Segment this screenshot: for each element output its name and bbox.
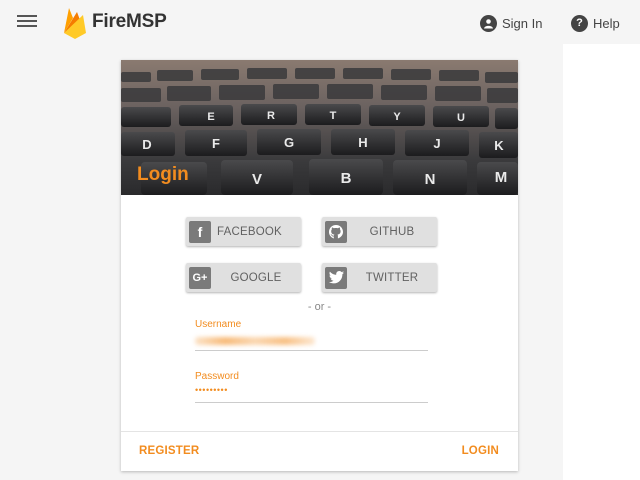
password-label: Password xyxy=(195,371,239,382)
twitter-label: TWITTER xyxy=(365,271,419,284)
sign-in-label: Sign In xyxy=(502,15,543,31)
brand-name: FireMSP xyxy=(92,11,167,32)
help-button[interactable]: ? Help xyxy=(571,13,620,33)
username-input[interactable] xyxy=(195,333,428,349)
facebook-login-button[interactable]: f FACEBOOK xyxy=(186,217,301,246)
card-actions-divider xyxy=(121,431,518,432)
svg-text:G: G xyxy=(284,135,294,150)
twitter-icon xyxy=(325,266,347,289)
keyboard-hero-image: E R T Y U D F G H J K V B N M Login xyxy=(121,60,518,195)
google-label: GOOGLE xyxy=(230,271,282,284)
github-login-button[interactable]: GITHUB xyxy=(322,217,437,246)
login-button[interactable]: LOGIN xyxy=(462,445,499,457)
hamburger-menu-icon[interactable] xyxy=(17,13,37,31)
right-side-panel xyxy=(563,44,640,480)
svg-text:V: V xyxy=(252,171,262,188)
help-label: Help xyxy=(593,15,620,31)
twitter-login-button[interactable]: TWITTER xyxy=(322,263,437,292)
google-login-button[interactable]: G+ GOOGLE xyxy=(186,263,301,292)
github-label: GITHUB xyxy=(369,225,415,238)
svg-text:R: R xyxy=(267,110,275,122)
svg-text:K: K xyxy=(494,138,504,153)
login-card: ER TY U DF GH JK VB NM Login f FACEBOOK … xyxy=(121,60,518,471)
register-button[interactable]: REGISTER xyxy=(139,445,199,457)
github-icon xyxy=(325,220,347,243)
svg-text:M: M xyxy=(495,169,508,186)
svg-text:J: J xyxy=(433,136,440,151)
svg-text:Y: Y xyxy=(393,111,401,123)
facebook-icon: f xyxy=(189,220,211,243)
facebook-label: FACEBOOK xyxy=(217,225,282,238)
svg-text:E: E xyxy=(207,111,214,123)
svg-text:B: B xyxy=(341,170,352,187)
svg-text:T: T xyxy=(330,110,337,122)
username-label: Username xyxy=(195,319,242,330)
password-underline xyxy=(195,402,428,403)
top-app-bar: FireMSP Sign In ? Help xyxy=(0,0,640,44)
account-circle-icon xyxy=(480,14,497,32)
help-circle-icon: ? xyxy=(571,14,588,32)
firebase-logo-icon xyxy=(64,8,86,39)
svg-text:F: F xyxy=(212,136,220,151)
login-title: Login xyxy=(137,164,189,185)
svg-text:H: H xyxy=(358,135,367,150)
svg-text:N: N xyxy=(425,171,436,188)
username-underline xyxy=(195,350,428,351)
or-separator: - or - xyxy=(307,301,332,313)
password-input[interactable]: ••••••••• xyxy=(195,385,228,395)
google-plus-icon: G+ xyxy=(189,266,211,289)
app-page: FireMSP Sign In ? Help E R T Y U D F G H… xyxy=(0,0,640,480)
svg-text:D: D xyxy=(142,137,151,152)
sign-in-button[interactable]: Sign In xyxy=(480,13,542,33)
svg-text:U: U xyxy=(457,112,465,124)
